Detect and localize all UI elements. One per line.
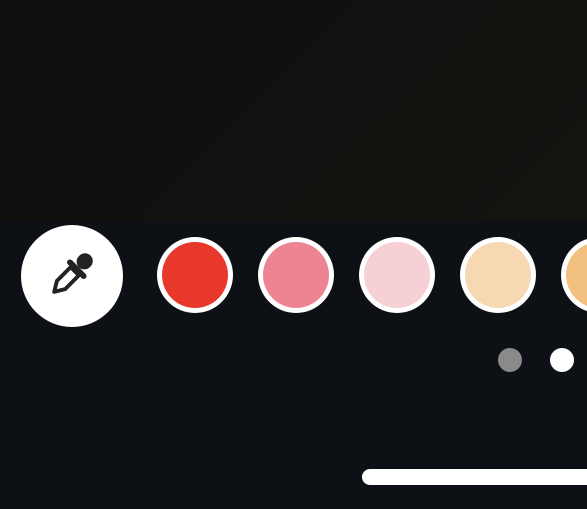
color-palette — [0, 222, 587, 328]
swatch-fill — [566, 242, 587, 308]
color-swatch-red[interactable] — [157, 237, 233, 313]
eyedropper-button[interactable] — [21, 225, 123, 327]
color-swatch-pink[interactable] — [258, 237, 334, 313]
canvas-preview — [0, 0, 587, 222]
page-dot[interactable] — [550, 348, 574, 372]
swatch-fill — [263, 242, 329, 308]
eyedropper-icon — [41, 243, 103, 310]
page-dot[interactable] — [498, 348, 522, 372]
color-picker-screen — [0, 0, 587, 509]
color-swatch-peach[interactable] — [460, 237, 536, 313]
color-swatch-light-pink[interactable] — [359, 237, 435, 313]
home-indicator[interactable] — [362, 469, 587, 485]
color-swatch-tan[interactable] — [561, 237, 587, 313]
swatch-fill — [162, 242, 228, 308]
page-indicator — [0, 348, 587, 372]
swatch-fill — [364, 242, 430, 308]
swatch-fill — [465, 242, 531, 308]
